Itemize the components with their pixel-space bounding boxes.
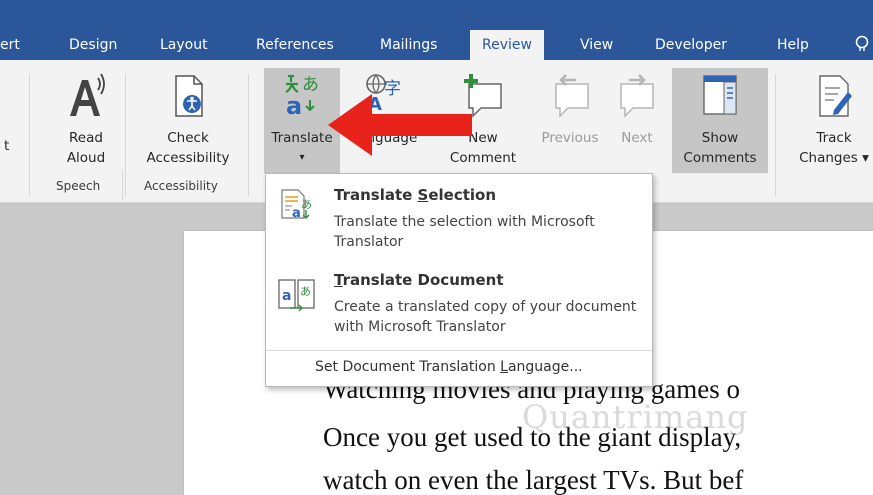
document-text-line[interactable]: watch on even the largest TVs. But bef <box>323 465 743 495</box>
translate-selection-description: Translate the selection with Microsoft T… <box>334 214 595 250</box>
ribbon-cut-label: t <box>4 138 10 154</box>
translate-document-title: Translate Document <box>334 271 504 289</box>
read-aloud-icon <box>70 73 105 116</box>
red-arrow-annotation <box>328 94 472 156</box>
accessibility-check-icon <box>175 75 203 117</box>
tab-layout[interactable]: Layout <box>160 30 208 60</box>
show-comments-icon <box>703 75 737 115</box>
group-label-speech: Speech <box>56 179 101 193</box>
tab-developer[interactable]: Developer <box>655 30 727 60</box>
set-translation-language-item[interactable]: Set Document Translation Language... <box>315 359 583 375</box>
check-accessibility-button[interactable]: Check Accessibility <box>135 70 241 168</box>
tab-design[interactable]: Design <box>69 30 117 60</box>
next-comment-button[interactable]: Next <box>614 70 660 148</box>
svg-text:あ: あ <box>302 75 319 95</box>
group-divider <box>775 74 776 196</box>
translate-selection-title: Translate Selection <box>334 186 497 204</box>
show-comments-button[interactable]: Show Comments <box>672 70 768 168</box>
previous-comment-button[interactable]: Previous <box>534 70 606 148</box>
next-comment-icon <box>620 74 654 118</box>
translate-document-description: Create a translated copy of your documen… <box>334 299 637 335</box>
group-divider <box>29 74 30 196</box>
lightbulb-icon[interactable] <box>855 35 869 55</box>
menu-separator <box>266 350 652 351</box>
svg-text:あ: あ <box>300 285 311 298</box>
translate-dropdown-menu: a あ Translate Selection Translate the se… <box>265 173 653 387</box>
tab-view[interactable]: View <box>580 30 613 60</box>
svg-text:a: a <box>292 206 301 221</box>
group-divider <box>125 74 126 196</box>
group-divider <box>248 74 249 196</box>
translate-icon: あ a <box>285 74 319 120</box>
translate-document-icon: a あ <box>278 279 315 312</box>
watermark: Quantrimang <box>522 398 749 436</box>
tab-references[interactable]: References <box>256 30 334 60</box>
tab-help[interactable]: Help <box>777 30 809 60</box>
track-changes-icon <box>819 75 852 117</box>
menu-item-translate-selection[interactable]: a あ Translate Selection Translate the se… <box>266 174 652 262</box>
ribbon-tab-bar: ert Design Layout References Mailings Re… <box>0 0 873 60</box>
read-aloud-button[interactable]: Read Aloud <box>56 70 116 168</box>
svg-text:a: a <box>286 92 302 120</box>
previous-comment-icon <box>555 74 589 118</box>
menu-item-translate-document[interactable]: a あ Translate Document Create a translat… <box>266 262 652 348</box>
svg-text:a: a <box>282 288 291 304</box>
tab-mailings[interactable]: Mailings <box>380 30 437 60</box>
tab-insert[interactable]: ert <box>0 30 20 60</box>
group-divider <box>122 170 123 200</box>
svg-text:あ: あ <box>301 198 312 211</box>
track-changes-button[interactable]: Track Changes ▾ <box>792 70 873 168</box>
translate-selection-icon: a あ <box>281 189 312 221</box>
group-label-accessibility: Accessibility <box>144 179 218 193</box>
tab-review[interactable]: Review <box>470 30 544 60</box>
